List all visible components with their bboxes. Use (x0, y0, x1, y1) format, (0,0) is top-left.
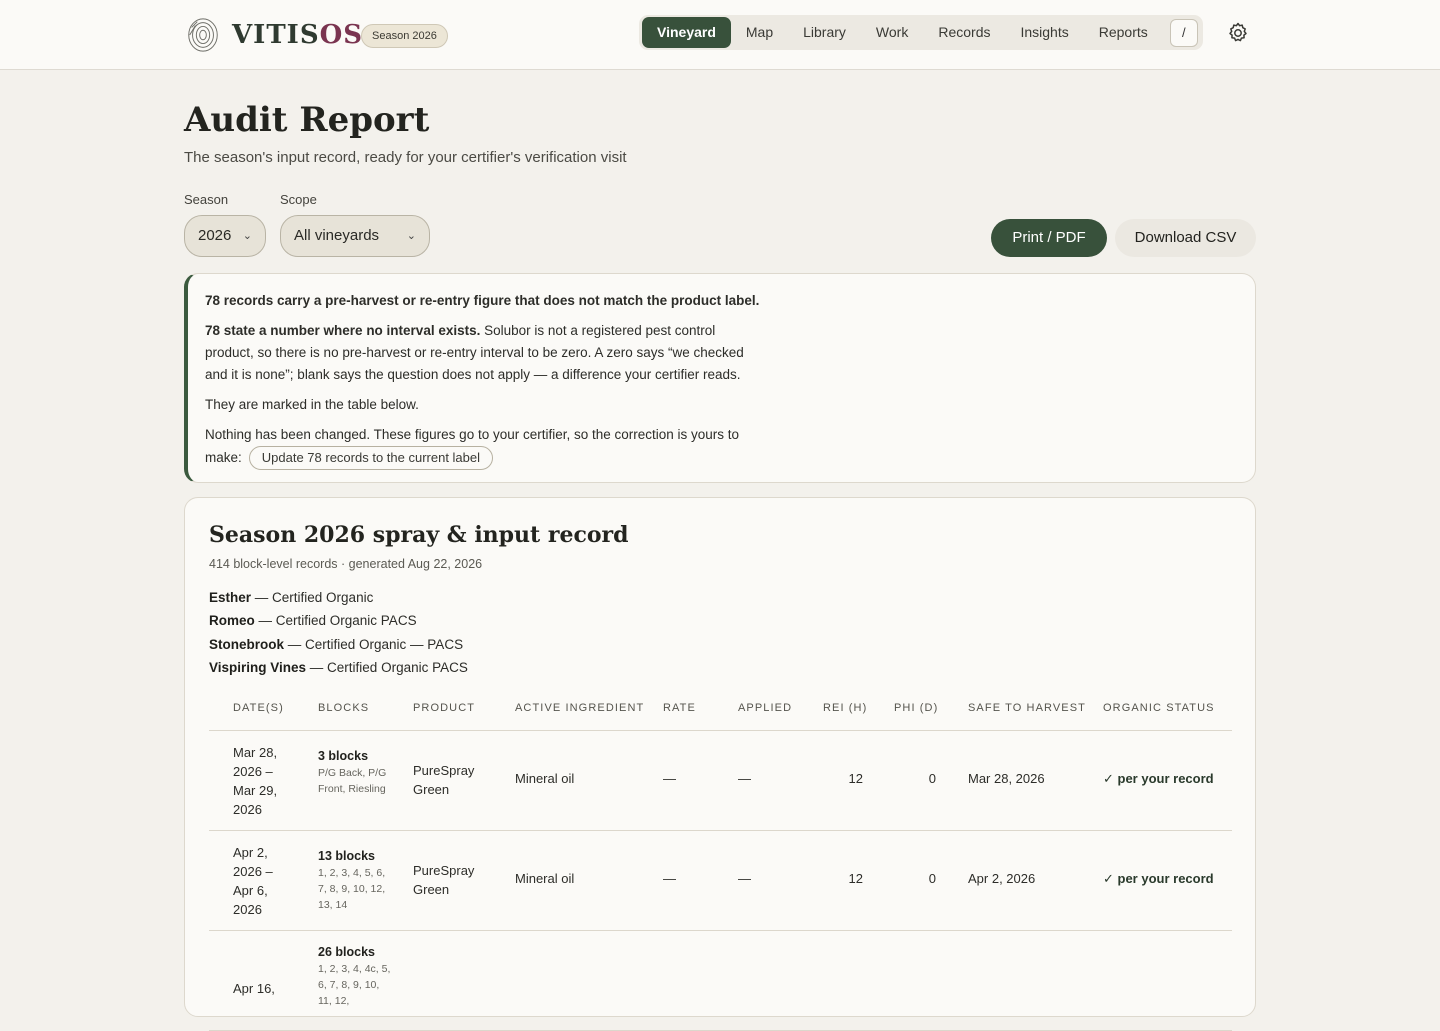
nav-reports[interactable]: Reports (1084, 17, 1163, 48)
update-records-button[interactable]: Update 78 records to the current label (248, 446, 494, 470)
col-dates[interactable]: DATE(S) (233, 702, 284, 714)
season-select[interactable]: 2026 ⌄ (184, 215, 266, 257)
scope-value: All vineyards (294, 227, 380, 244)
cell-date: Mar 28, 2026 – Mar 29, 2026 (233, 745, 278, 817)
col-active-ingredient[interactable]: ACTIVE INGREDIENT (515, 702, 644, 714)
season-value: 2026 (198, 227, 232, 244)
col-safe-to-harvest[interactable]: SAFE TO HARVEST (968, 702, 1086, 714)
cell-rate: — (663, 771, 676, 786)
command-palette-button[interactable]: / (1169, 18, 1198, 47)
cell-organic-status: ✓ per your record (1103, 871, 1214, 886)
download-csv-button[interactable]: Download CSV (1115, 219, 1256, 257)
col-applied[interactable]: APPLIED (738, 702, 792, 714)
col-organic-status[interactable]: ORGANIC STATUS (1103, 702, 1215, 714)
scope-select[interactable]: All vineyards ⌄ (280, 215, 430, 257)
cell-date: Apr 2, 2026 – Apr 6, 2026 (233, 845, 273, 917)
blocks-list: P/G Back, P/G Front, Riesling (318, 767, 387, 795)
blocks-count: 3 blocks (318, 749, 369, 763)
cell-organic-status: ✓ per your record (1103, 771, 1214, 786)
scope-label: Scope (280, 192, 317, 207)
page-subtitle: The season's input record, ready for you… (184, 149, 627, 166)
print-pdf-button[interactable]: Print / PDF (991, 219, 1107, 257)
certification-list: Esther — Certified Organic Romeo — Certi… (209, 586, 468, 679)
logo-icon (188, 18, 218, 52)
table-row[interactable]: Apr 16, 26 blocks 1, 2, 3, 4, 4c, 5, 6, … (209, 931, 1232, 1031)
gear-icon[interactable] (1226, 21, 1250, 45)
table-header: DATE(S) BLOCKS PRODUCT ACTIVE INGREDIENT… (209, 692, 1232, 731)
certification-item: Esther — Certified Organic (209, 590, 374, 605)
certification-item: Romeo — Certified Organic PACS (209, 613, 417, 629)
nav-map[interactable]: Map (731, 17, 788, 48)
alert-detail-bold: 78 state a number where no interval exis… (205, 323, 481, 338)
blocks-list: 1, 2, 3, 4, 4c, 5, 6, 7, 8, 9, 10, 11, 1… (318, 963, 391, 1007)
record-meta: 414 block-level records · generated Aug … (209, 557, 483, 571)
nav-records[interactable]: Records (923, 17, 1005, 48)
alert-nothing-changed: Nothing has been changed. These figures … (205, 424, 765, 470)
alert-marked: They are marked in the table below. (205, 397, 419, 412)
cell-safe-to-harvest: Apr 2, 2026 (968, 871, 1036, 886)
cell-rei: 12 (848, 871, 863, 886)
cell-blocks: 26 blocks 1, 2, 3, 4, 4c, 5, 6, 7, 8, 9,… (318, 943, 396, 1009)
alert-detail: 78 state a number where no interval exis… (205, 320, 765, 386)
blocks-list: 1, 2, 3, 4, 5, 6, 7, 8, 9, 10, 12, 13, 1… (318, 867, 386, 911)
input-record-table: DATE(S) BLOCKS PRODUCT ACTIVE INGREDIENT… (209, 692, 1232, 1031)
col-product[interactable]: PRODUCT (413, 702, 475, 714)
certification-item: Stonebrook — Certified Organic — PACS (209, 636, 464, 652)
col-rate[interactable]: RATE (663, 702, 696, 714)
cell-safe-to-harvest: Mar 28, 2026 (968, 771, 1045, 786)
cell-rei: 12 (848, 771, 863, 786)
cell-rate: — (663, 871, 676, 886)
record-title: Season 2026 spray & input record (209, 522, 629, 548)
col-blocks[interactable]: BLOCKS (318, 702, 369, 714)
table-row[interactable]: Apr 2, 2026 – Apr 6, 2026 13 blocks 1, 2… (209, 831, 1232, 931)
cell-phi: 0 (928, 871, 936, 886)
certification-item: Vispiring Vines — Certified Organic PACS (209, 659, 468, 675)
cell-product: PureSpray Green (413, 863, 475, 897)
label-mismatch-alert: 78 records carry a pre-harvest or re-ent… (184, 273, 1256, 483)
nav-library[interactable]: Library (788, 17, 861, 48)
cell-applied: — (738, 871, 751, 886)
blocks-count: 26 blocks (318, 945, 375, 959)
cell-ingredient: Mineral oil (515, 771, 575, 786)
nav-insights[interactable]: Insights (1005, 17, 1083, 48)
top-bar: VITISOS Season 2026 Vineyard Map Library… (0, 0, 1440, 70)
nav-work[interactable]: Work (861, 17, 923, 48)
col-rei[interactable]: REI (H) (823, 702, 867, 714)
alert-headline: 78 records carry a pre-harvest or re-ent… (205, 293, 760, 308)
cell-product: PureSpray Green (413, 763, 475, 797)
cell-ingredient: Mineral oil (515, 871, 575, 886)
cell-blocks: 3 blocks P/G Back, P/G Front, Riesling (318, 747, 396, 797)
nav-vineyard[interactable]: Vineyard (642, 17, 731, 48)
chevron-down-icon: ⌄ (242, 230, 252, 242)
table-row[interactable]: Mar 28, 2026 – Mar 29, 2026 3 blocks P/G… (209, 731, 1232, 831)
col-phi[interactable]: PHI (D) (894, 702, 938, 714)
chevron-down-icon: ⌄ (406, 230, 416, 242)
cell-applied: — (738, 771, 751, 786)
main-nav: Vineyard Map Library Work Records Insigh… (639, 15, 1203, 50)
cell-blocks: 13 blocks 1, 2, 3, 4, 5, 6, 7, 8, 9, 10,… (318, 847, 396, 913)
page-title: Audit Report (184, 100, 430, 140)
blocks-count: 13 blocks (318, 849, 375, 863)
season-badge: Season 2026 (361, 24, 448, 48)
cell-phi: 0 (928, 771, 936, 786)
brand-name: VITISOS (232, 20, 364, 50)
record-card: Season 2026 spray & input record 414 blo… (184, 497, 1256, 1031)
cell-date: Apr 16, (233, 981, 275, 996)
season-label: Season (184, 192, 229, 207)
brand[interactable]: VITISOS (184, 16, 363, 54)
